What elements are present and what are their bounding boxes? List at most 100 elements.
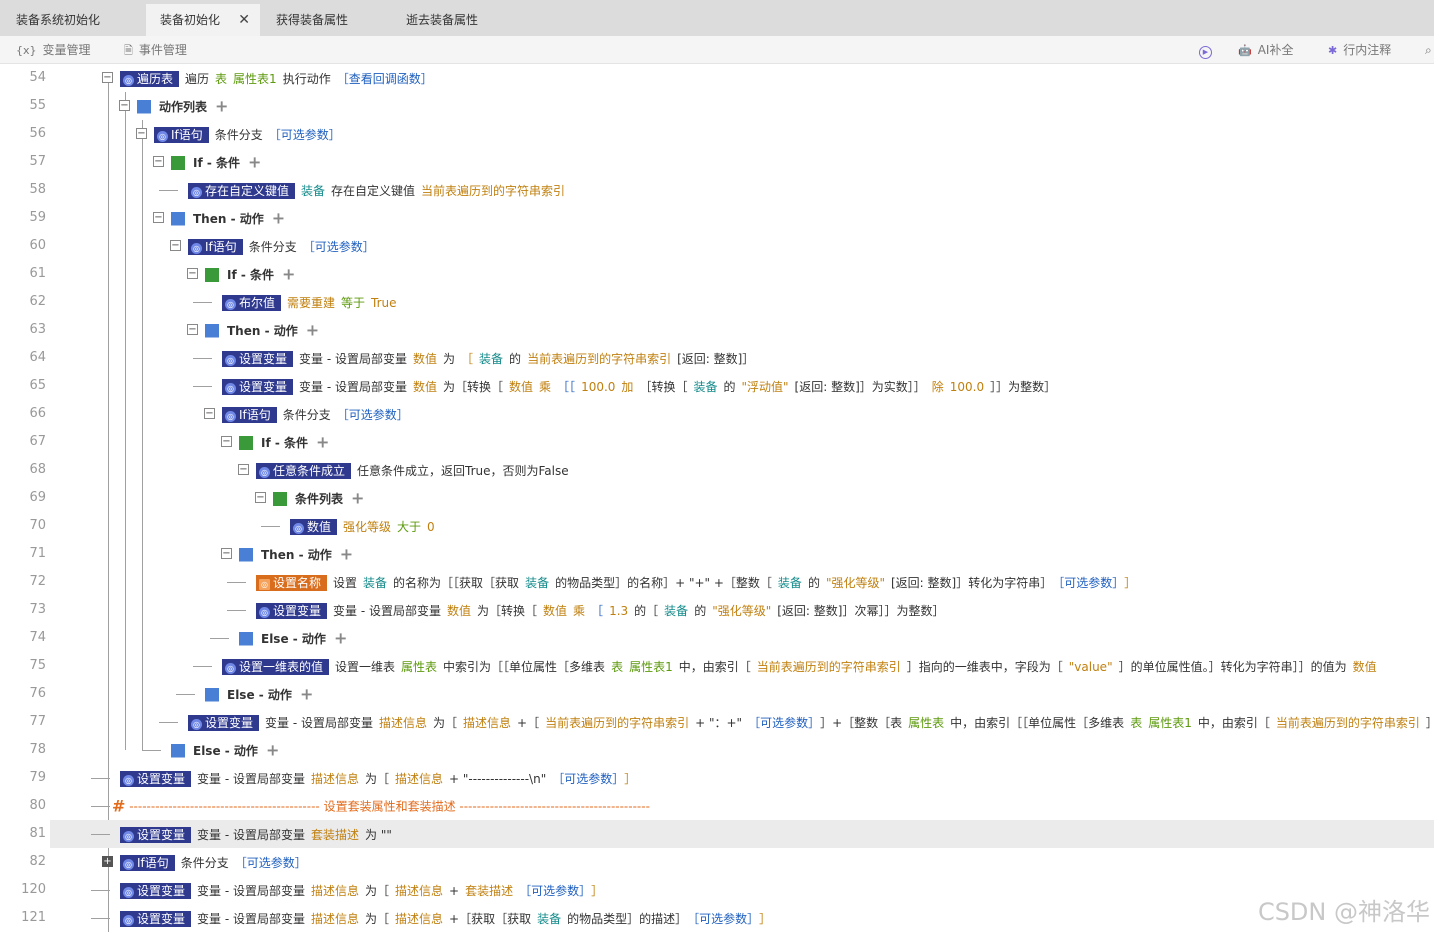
add-icon[interactable]: +: [316, 433, 329, 452]
action-row[interactable]: ◎ 设置变量 变量 - 设置局部变量 描述信息 为［ 描述信息 +［获取［获取 装备 的物品类型…: [50, 904, 1434, 932]
optional-params-link[interactable]: ［可选参数］: [552, 772, 618, 786]
section-row[interactable]: Else - 动作 +: [50, 680, 1434, 708]
variable-manage-button[interactable]: {x} 变量管理: [16, 36, 91, 64]
tab-equipment-init[interactable]: 装备初始化 ✕: [146, 4, 260, 36]
action-row[interactable]: ◎ 设置变量 变量 - 设置局部变量 描述信息 为［ 描述信息 + 套装描述 ［可选参数］ ］: [50, 876, 1434, 904]
optional-params-link[interactable]: ［可选参数］: [269, 128, 341, 142]
search-icon[interactable]: ⌕: [1425, 36, 1432, 64]
param-text[interactable]: 等于: [341, 296, 365, 310]
action-pill[interactable]: ◎ If语句: [222, 406, 277, 423]
add-icon[interactable]: +: [248, 153, 261, 172]
add-icon[interactable]: +: [334, 629, 347, 648]
action-row[interactable]: ◎ 设置变量 变量 - 设置局部变量 数值为 ［ 装备的当前表遍历到的字符串索引 [返回: …: [50, 344, 1434, 372]
param-text[interactable]: 当前表遍历到的字符串索引: [545, 716, 689, 730]
action-pill[interactable]: ◎ 设置变量: [222, 378, 294, 395]
param-text[interactable]: 数值: [447, 604, 471, 618]
section-row[interactable]: − Then - 动作 +: [50, 540, 1434, 568]
param-text[interactable]: 装备: [479, 352, 503, 366]
param-text[interactable]: "value": [1069, 660, 1113, 674]
action-row[interactable]: − ◎ If语句 条件分支 ［可选参数］: [50, 232, 1434, 260]
action-row[interactable]: − ◎ If语句 条件分支 ［可选参数］: [50, 400, 1434, 428]
action-row[interactable]: ◎ 设置变量 变量 - 设置局部变量 描述信息 为［ 描述信息 + "-----------…: [50, 764, 1434, 792]
param-text[interactable]: 描述信息: [311, 884, 359, 898]
optional-params-link[interactable]: ［可选参数］: [337, 408, 409, 422]
collapse-icon[interactable]: −: [153, 156, 164, 167]
collapse-icon[interactable]: −: [187, 324, 198, 335]
action-pill[interactable]: ◎ 存在自定义键值: [188, 182, 296, 199]
param-text[interactable]: "强化等级": [826, 576, 885, 590]
optional-params-link[interactable]: ［可选参数］: [1058, 576, 1118, 590]
action-pill[interactable]: ◎ 设置变量: [222, 350, 294, 367]
action-row[interactable]: ◎ 设置变量 变量 - 设置局部变量 数值 为［转换［ 数值乘 ［［ 100.0 加 ［转换［ 装备…: [50, 372, 1434, 400]
param-text[interactable]: "浮动值": [741, 380, 788, 394]
param-text[interactable]: 乘: [539, 380, 551, 394]
param-text[interactable]: 强化等级: [343, 520, 391, 534]
action-row[interactable]: ◎ 数值 强化等级 大于 0: [50, 512, 1434, 540]
collapse-icon[interactable]: −: [204, 408, 215, 419]
action-pill[interactable]: ◎ 遍历表: [120, 70, 180, 87]
param-text[interactable]: 数值: [509, 380, 533, 394]
action-pill[interactable]: ◎ 设置一维表的值: [222, 658, 330, 675]
run-button[interactable]: ▶: [1199, 36, 1218, 64]
param-text[interactable]: 套装描述: [311, 828, 359, 842]
section-row[interactable]: − Then - 动作 +: [50, 204, 1434, 232]
param-text[interactable]: 数值: [1353, 660, 1377, 674]
param-text[interactable]: 表: [1130, 716, 1142, 730]
param-text[interactable]: 当前表遍历到的字符串索引: [757, 660, 901, 674]
collapse-icon[interactable]: −: [255, 492, 266, 503]
action-pill[interactable]: ◎ If语句: [120, 854, 175, 871]
param-text[interactable]: 表: [611, 660, 623, 674]
param-text[interactable]: ］: [759, 912, 771, 926]
section-row[interactable]: − If - 条件 +: [50, 260, 1434, 288]
action-pill[interactable]: ◎ 设置变量: [120, 770, 192, 787]
param-text[interactable]: 装备: [537, 912, 561, 926]
action-pill[interactable]: ◎ 设置名称: [256, 574, 328, 591]
param-text[interactable]: 100.0: [581, 380, 615, 394]
action-pill[interactable]: ◎ 数值: [290, 518, 338, 535]
add-icon[interactable]: +: [266, 741, 279, 760]
collapse-icon[interactable]: −: [221, 436, 232, 447]
param-text[interactable]: 1.3: [609, 604, 628, 618]
action-pill[interactable]: ◎ 设置变量: [256, 602, 328, 619]
action-row[interactable]: ◎ 设置名称 设置 装备 的名称为［［获取［获取 装备 的物品类型］的名称］+ "+" +［…: [50, 568, 1434, 596]
param-text[interactable]: 描述信息: [395, 912, 443, 926]
tab-get-equipment-attr[interactable]: 获得装备属性: [262, 4, 388, 36]
action-row[interactable]: − ◎ If语句 条件分支 ［可选参数］: [50, 120, 1434, 148]
line-comment-button[interactable]: ✱ 行内注释: [1328, 36, 1391, 64]
param-text[interactable]: ［: [461, 352, 473, 366]
param-text[interactable]: 套装描述: [465, 884, 513, 898]
action-pill[interactable]: ◎ 设置变量: [120, 882, 192, 899]
param-text[interactable]: 表: [215, 72, 227, 86]
param-text[interactable]: 描述信息: [379, 716, 427, 730]
param-text[interactable]: 描述信息: [311, 912, 359, 926]
collapse-icon[interactable]: −: [170, 240, 181, 251]
param-text[interactable]: 大于: [397, 520, 421, 534]
optional-params-link[interactable]: ［可选参数］: [748, 716, 814, 730]
action-pill[interactable]: ◎ 设置变量: [188, 714, 260, 731]
action-row[interactable]: ◎ 设置变量 变量 - 设置局部变量 数值 为［转换［ 数值乘 ［ 1.3 的［ 装备的 "强化等级…: [50, 596, 1434, 624]
optional-params-link[interactable]: ［查看回调函数］: [337, 72, 433, 86]
param-text[interactable]: 装备: [664, 604, 688, 618]
section-row[interactable]: − If - 条件 +: [50, 428, 1434, 456]
param-text[interactable]: 数值: [413, 380, 437, 394]
action-pill[interactable]: ◎ If语句: [188, 238, 243, 255]
collapse-icon[interactable]: −: [153, 212, 164, 223]
action-row[interactable]: − ◎ 遍历表 遍历表属性表1 执行动作 ［查看回调函数］: [50, 64, 1434, 92]
collapse-icon[interactable]: −: [136, 128, 147, 139]
comment-row[interactable]: # --------------------------------------…: [50, 792, 1434, 820]
param-text[interactable]: 装备: [363, 576, 387, 590]
param-text[interactable]: 装备: [693, 380, 717, 394]
param-text[interactable]: 属性表: [401, 660, 437, 674]
collapse-icon[interactable]: −: [238, 464, 249, 475]
tab-lose-equipment-attr[interactable]: 逝去装备属性: [392, 4, 518, 36]
action-pill[interactable]: ◎ 布尔值: [222, 294, 282, 311]
optional-params-link[interactable]: ［［: [557, 380, 575, 394]
add-icon[interactable]: +: [306, 321, 319, 340]
section-row[interactable]: − If - 条件 +: [50, 148, 1434, 176]
close-icon[interactable]: ✕: [238, 4, 250, 36]
optional-params-link[interactable]: ［: [591, 604, 603, 618]
action-row[interactable]: − ◎ 任意条件成立 任意条件成立，返回True，否则为False: [50, 456, 1434, 484]
param-text[interactable]: 当前表遍历到的字符串索引: [1276, 716, 1420, 730]
add-icon[interactable]: +: [340, 545, 353, 564]
param-text[interactable]: 描述信息: [395, 884, 443, 898]
